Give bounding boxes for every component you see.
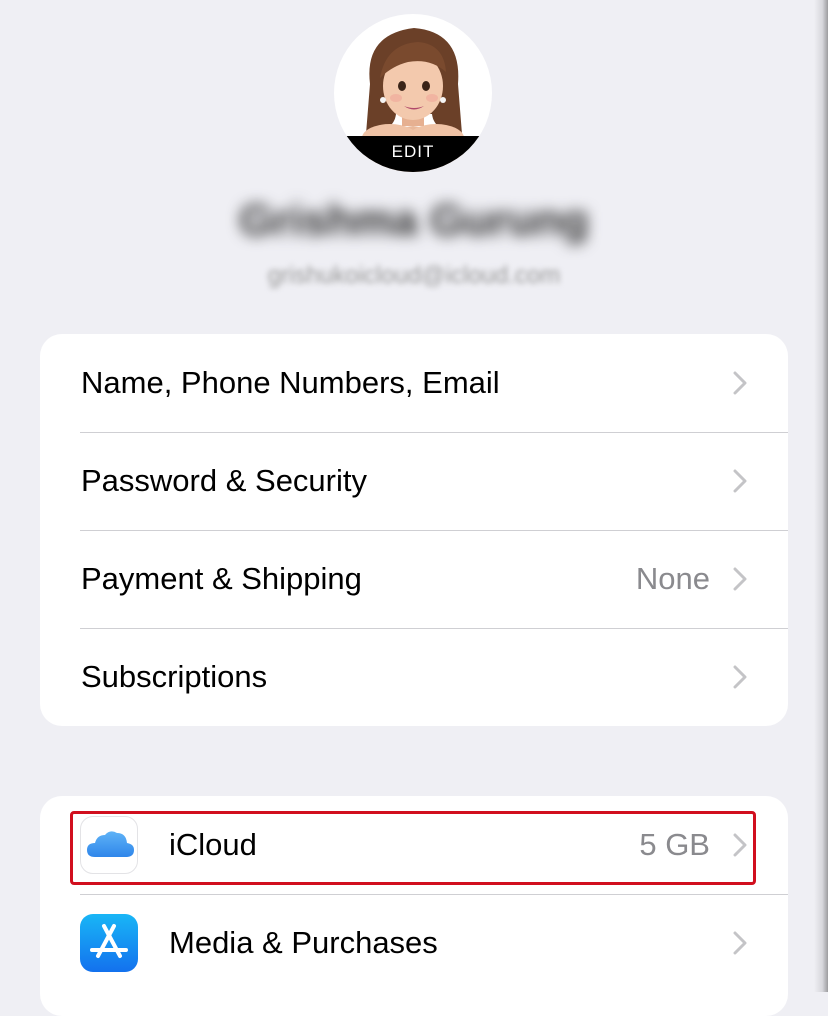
row-label: Payment & Shipping [81, 561, 362, 596]
row-name-phone-email[interactable]: Name, Phone Numbers, Email [40, 334, 788, 432]
edit-avatar-band[interactable]: EDIT [334, 136, 492, 172]
account-settings-group: Name, Phone Numbers, Email Password & Se… [40, 334, 788, 726]
profile-name: Grishma Gurung [239, 196, 589, 245]
row-subscriptions[interactable]: Subscriptions [40, 628, 788, 726]
row-label: Name, Phone Numbers, Email [81, 365, 500, 400]
screen-edge-shadow [814, 0, 828, 992]
app-store-icon [80, 914, 138, 972]
row-password-security[interactable]: Password & Security [40, 432, 788, 530]
row-media-purchases[interactable]: Media & Purchases [40, 894, 788, 992]
profile-email: grishukoicloud@icloud.com [267, 262, 561, 289]
icloud-highlight-box [70, 811, 756, 885]
chevron-right-icon [733, 665, 747, 689]
profile-avatar[interactable]: EDIT [334, 14, 492, 172]
row-label: Subscriptions [81, 659, 268, 694]
chevron-right-icon [733, 567, 747, 591]
chevron-right-icon [733, 371, 747, 395]
row-label: Media & Purchases [169, 925, 438, 960]
edit-avatar-label: EDIT [391, 142, 435, 161]
chevron-right-icon [733, 931, 747, 955]
row-label: Password & Security [81, 463, 367, 498]
chevron-right-icon [733, 469, 747, 493]
row-payment-shipping[interactable]: Payment & Shipping None [40, 530, 788, 628]
row-value: None [635, 561, 710, 596]
